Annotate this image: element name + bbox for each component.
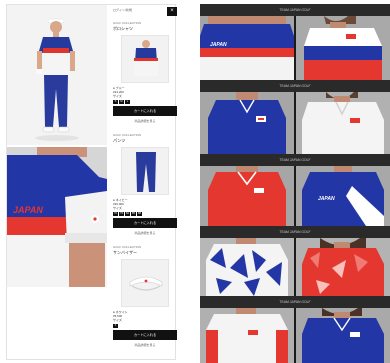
japan-logo: JAPAN (318, 196, 335, 202)
size-options: S M L (113, 100, 177, 104)
sidebar-topbar: ログイン/新規 × (113, 7, 177, 17)
section-header: TEAM JAPAN GOLF (200, 226, 390, 238)
size-option[interactable]: M (119, 100, 124, 104)
add-to-cart-button[interactable]: カートに入れる (113, 106, 177, 116)
size-options: F (113, 324, 177, 328)
login-link[interactable]: ログイン/新規 (113, 8, 132, 12)
size-option[interactable]: 79 (119, 212, 124, 216)
zoom-photo: JAPAN (7, 147, 107, 287)
size-options: 76 79 82 85 88 (113, 212, 177, 216)
product-thumbnail[interactable] (121, 259, 169, 307)
gallery-photo[interactable]: JAPAN (200, 16, 294, 80)
product-brand: GOLF COLLECTION (113, 21, 142, 25)
product-item-shirt: GOLF COLLECTION ポロシャツ ● ブルー ¥24,200 サイズ … (113, 21, 177, 123)
gallery: TEAM JAPAN GOLF TEAM JAPAN GOLF TEAM JAP… (200, 4, 390, 363)
add-to-cart-button[interactable]: カートに入れる (113, 218, 177, 228)
japan-logo: JAPAN (210, 42, 227, 48)
product-name: サンバイザー (113, 250, 137, 255)
size-option[interactable]: 85 (131, 212, 136, 216)
gallery-photo[interactable]: JAPAN (296, 166, 390, 226)
size-option[interactable]: 76 (113, 212, 118, 216)
product-item-pants: GOLF COLLECTION パンツ ● ネイビー ¥20,900 サイズ 7… (113, 133, 177, 235)
close-icon[interactable]: × (167, 7, 177, 16)
details-link[interactable]: 商品詳細を見る (113, 231, 177, 235)
size-label: サイズ (113, 206, 122, 210)
section-header: TEAM JAPAN GOLF (200, 80, 390, 92)
size-option[interactable]: 82 (125, 212, 130, 216)
product-thumbnail[interactable] (121, 147, 169, 195)
product-name: パンツ (113, 138, 126, 143)
gallery-photo[interactable] (296, 92, 390, 154)
size-option[interactable]: S (113, 100, 118, 104)
product-item-visor: GOLF COLLECTION サンバイザー ● ホワイト ¥5,500 サイズ… (113, 245, 177, 347)
product-name: ポロシャツ (113, 26, 133, 31)
details-link[interactable]: 商品詳細を見る (113, 119, 177, 123)
model-photo (7, 5, 107, 145)
gallery-photo[interactable] (296, 308, 390, 363)
product-sidebar: ログイン/新規 × GOLF COLLECTION ポロシャツ ● ブルー ¥2… (113, 5, 177, 361)
product-brand: GOLF COLLECTION (113, 133, 142, 137)
size-label: サイズ (113, 94, 122, 98)
section-header: TEAM JAPAN GOLF (200, 154, 390, 166)
add-to-cart-button[interactable]: カートに入れる (113, 330, 177, 340)
page: JAPAN ログイン/新規 × GOLF COLLECTION ポロシャツ ● … (0, 0, 390, 363)
product-page: JAPAN ログイン/新規 × GOLF COLLECTION ポロシャツ ● … (6, 4, 177, 361)
size-option[interactable]: F (113, 324, 118, 328)
gallery-photo[interactable] (200, 238, 294, 296)
size-option[interactable]: L (125, 100, 130, 104)
section-header: TEAM JAPAN GOLF (200, 296, 390, 308)
details-link[interactable]: 商品詳細を見る (113, 343, 177, 347)
section-header: TEAM JAPAN GOLF (200, 4, 390, 16)
gallery-photo[interactable] (296, 16, 390, 80)
gallery-photo[interactable] (200, 166, 294, 226)
product-brand: GOLF COLLECTION (113, 245, 142, 249)
gallery-photo[interactable] (200, 92, 294, 154)
gallery-photo[interactable] (200, 308, 294, 363)
size-label: サイズ (113, 318, 122, 322)
gallery-photo[interactable] (296, 238, 390, 296)
product-thumbnail[interactable] (121, 35, 169, 83)
size-option[interactable]: 88 (137, 212, 142, 216)
japan-logo: JAPAN (13, 205, 43, 215)
